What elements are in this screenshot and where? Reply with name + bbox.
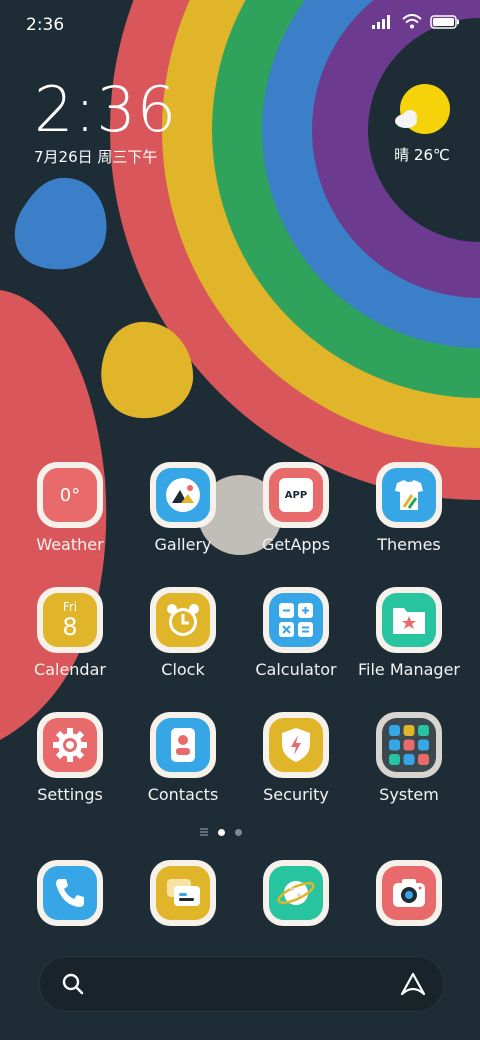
- page-dot: [235, 828, 242, 836]
- getapps-icon: APP: [269, 468, 323, 522]
- app-calculator[interactable]: Calculator: [239, 587, 353, 679]
- app-label: Contacts: [147, 785, 219, 804]
- app-themes[interactable]: Themes: [352, 462, 466, 554]
- gallery-icon: [156, 468, 210, 522]
- app-label: Settings: [37, 785, 103, 804]
- app-label: File Manager: [358, 660, 460, 679]
- status-bar: 2:36: [0, 0, 480, 50]
- app-label: Security: [263, 785, 329, 804]
- page-indicator[interactable]: [200, 828, 242, 836]
- browser-icon: [269, 866, 323, 920]
- weather-text: 晴 26℃: [394, 146, 450, 164]
- dock-phone[interactable]: [13, 860, 127, 926]
- system-folder-icon: [382, 718, 436, 772]
- app-security[interactable]: Security: [239, 712, 353, 804]
- dock-messages[interactable]: [126, 860, 240, 926]
- search-bar[interactable]: [39, 956, 444, 1012]
- weather-icon: 0°: [43, 468, 97, 522]
- dock-camera[interactable]: [352, 860, 466, 926]
- file-manager-icon: [382, 593, 436, 647]
- themes-icon: [382, 468, 436, 522]
- app-weather[interactable]: 0° Weather: [13, 462, 127, 554]
- app-label: Weather: [36, 535, 104, 554]
- signal-icon: [372, 14, 390, 29]
- wifi-icon: [402, 14, 422, 29]
- app-system-folder[interactable]: System: [352, 712, 466, 804]
- app-label: System: [379, 785, 439, 804]
- dock-browser[interactable]: [239, 860, 353, 926]
- app-clock[interactable]: Clock: [126, 587, 240, 679]
- calculator-icon: [269, 593, 323, 647]
- list-icon: [200, 828, 208, 836]
- page-dot-active: [218, 828, 225, 836]
- sunny-cloud-icon: [395, 84, 450, 134]
- app-getapps[interactable]: APP GetApps: [239, 462, 353, 554]
- app-label: Calculator: [255, 660, 337, 679]
- settings-icon: [43, 718, 97, 772]
- app-file-manager[interactable]: File Manager: [352, 587, 466, 679]
- app-label: GetApps: [261, 535, 331, 554]
- app-calendar[interactable]: Fri 8 Calendar: [13, 587, 127, 679]
- app-label: Clock: [161, 660, 205, 679]
- phone-icon: [43, 866, 97, 920]
- camera-icon: [382, 866, 436, 920]
- clock-time: 2:36: [34, 73, 178, 146]
- search-icon: [62, 973, 84, 995]
- assistant-icon[interactable]: [399, 972, 427, 996]
- weather-widget[interactable]: 晴 26℃: [394, 84, 450, 165]
- clock-icon: [156, 593, 210, 647]
- app-label: Gallery: [154, 535, 212, 554]
- security-icon: [269, 718, 323, 772]
- messages-icon: [156, 866, 210, 920]
- clock-date: 7月26日 周三下午: [34, 148, 158, 166]
- calendar-icon: Fri 8: [43, 593, 97, 647]
- status-icons: [372, 14, 460, 29]
- app-contacts[interactable]: Contacts: [126, 712, 240, 804]
- battery-icon: [430, 14, 459, 29]
- app-settings[interactable]: Settings: [13, 712, 127, 804]
- app-label: Calendar: [34, 660, 106, 679]
- app-gallery[interactable]: Gallery: [126, 462, 240, 554]
- clock-widget[interactable]: 2:36 7月26日 周三下午: [34, 78, 177, 167]
- status-time: 2:36: [26, 15, 65, 35]
- contacts-icon: [156, 718, 210, 772]
- app-label: Themes: [377, 535, 441, 554]
